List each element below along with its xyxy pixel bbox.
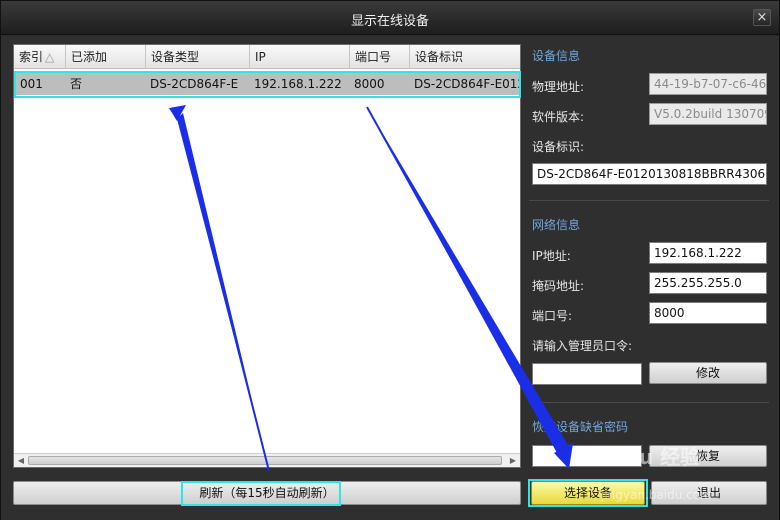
port-input[interactable]: 8000 (649, 302, 767, 324)
software-version-label: 软件版本: (532, 110, 585, 124)
admin-password-input[interactable] (532, 363, 642, 385)
scroll-right-icon[interactable]: ▶ (508, 456, 518, 466)
ip-address-label: IP地址: (532, 249, 571, 263)
column-header-added[interactable]: 已添加 (66, 45, 146, 69)
modify-button[interactable]: 修改 (649, 362, 767, 384)
restore-password-title: 恢复设备缺省密码 (532, 420, 629, 434)
cell-added: 否 (70, 77, 83, 91)
cell-device-type: DS-2CD864F-E (150, 77, 239, 91)
device-table: 索引 △ 已添加 设备类型 IP 端口号 设备标识 001 否 DS-2CD86… (13, 44, 521, 468)
restore-code-input[interactable] (532, 445, 642, 467)
refresh-button[interactable]: 刷新（每15秒自动刷新） (13, 481, 521, 505)
scrollbar-thumb[interactable] (28, 456, 502, 465)
ip-address-input[interactable]: 192.168.1.222 (649, 242, 767, 264)
table-row[interactable]: 001 否 DS-2CD864F-E 192.168.1.222 8000 DS… (16, 73, 519, 95)
cell-ip: 192.168.1.222 (254, 77, 342, 91)
window-title: 显示在线设备 (350, 14, 429, 29)
column-header-port[interactable]: 端口号 (350, 45, 410, 69)
online-devices-window: 显示在线设备 × 索引 △ 已添加 设备类型 IP 端口号 设备标识 001 否… (0, 0, 780, 520)
sort-ascending-icon: △ (45, 50, 55, 64)
device-serial-field[interactable]: DS-2CD864F-E0120130818BBRR430684 (532, 163, 767, 185)
close-button[interactable]: × (753, 9, 771, 26)
device-serial-label: 设备标识: (532, 140, 585, 154)
port-label: 端口号: (532, 309, 573, 323)
column-header-device-type[interactable]: 设备类型 (146, 45, 250, 69)
title-bar[interactable]: 显示在线设备 × (1, 1, 779, 35)
admin-password-label: 请输入管理员口令: (532, 339, 633, 353)
close-icon: × (756, 10, 768, 25)
select-device-button[interactable]: 选择设备 (531, 481, 645, 505)
column-header-serial[interactable]: 设备标识 (410, 45, 520, 69)
cell-port: 8000 (354, 77, 385, 91)
network-info-title: 网络信息 (532, 218, 581, 232)
software-version-field: V5.0.2build 130709 (649, 103, 767, 125)
section-divider (529, 200, 769, 201)
subnet-mask-label: 掩码地址: (532, 279, 585, 293)
horizontal-scrollbar[interactable]: ◀ ▶ (14, 453, 520, 467)
subnet-mask-input[interactable]: 255.255.255.0 (649, 272, 767, 294)
column-header-index[interactable]: 索引 △ (14, 45, 66, 69)
device-info-title: 设备信息 (532, 49, 581, 63)
mac-address-label: 物理地址: (532, 80, 585, 94)
section-divider (529, 402, 769, 403)
exit-button[interactable]: 退出 (651, 481, 767, 505)
column-header-ip[interactable]: IP (250, 45, 350, 69)
cell-serial: DS-2CD864F-E0120130818BBRR430684 (414, 77, 519, 91)
restore-button[interactable]: 恢复 (649, 445, 767, 467)
cell-index: 001 (20, 77, 43, 91)
scroll-left-icon[interactable]: ◀ (16, 456, 26, 466)
table-header: 索引 △ 已添加 设备类型 IP 端口号 设备标识 (14, 45, 520, 69)
mac-address-field: 44-19-b7-07-c6-46 (649, 73, 767, 95)
dialog-body: 索引 △ 已添加 设备类型 IP 端口号 设备标识 001 否 DS-2CD86… (1, 36, 779, 520)
